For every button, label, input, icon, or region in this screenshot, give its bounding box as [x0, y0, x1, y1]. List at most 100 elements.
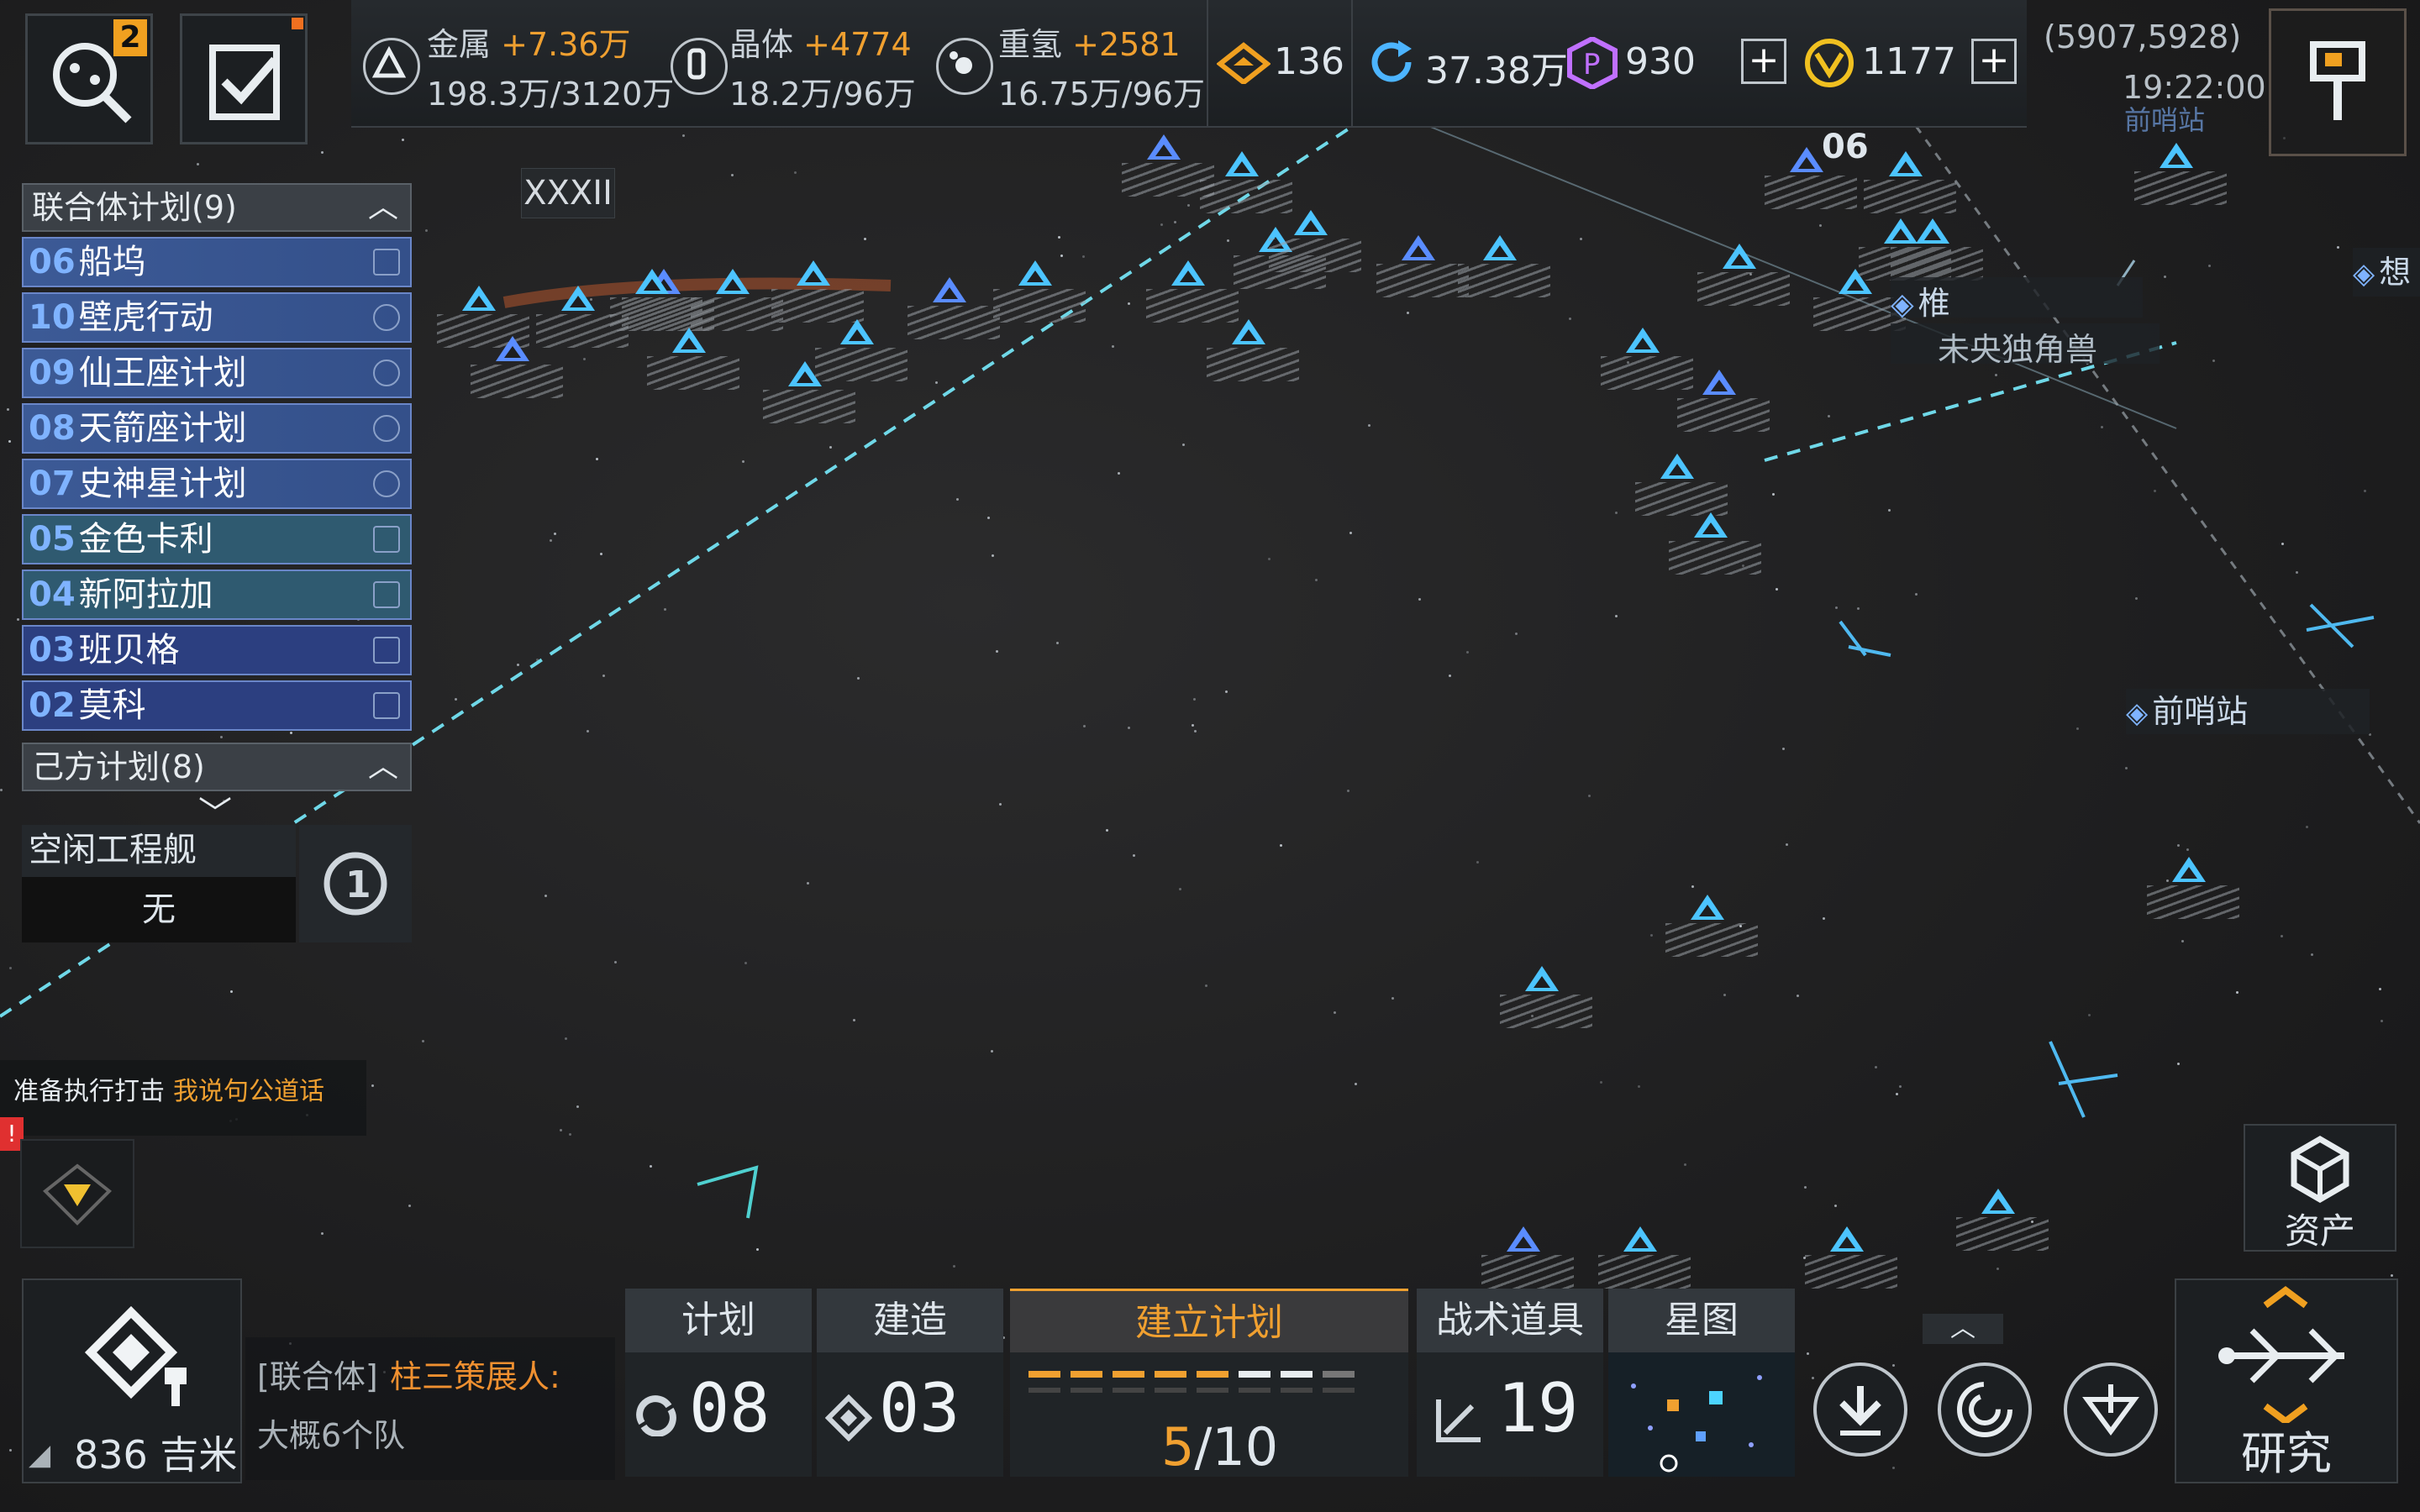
fleet-marker-icon[interactable] — [635, 269, 669, 294]
location-button[interactable]: 836 吉米 ◢ — [22, 1278, 242, 1483]
fleet-marker-icon[interactable] — [672, 328, 706, 353]
radar-spiral-icon — [1957, 1382, 2012, 1437]
fleet-ships — [1481, 1255, 1574, 1289]
expand-up-button[interactable]: ︿ — [1923, 1314, 2003, 1344]
fleet-marker-icon[interactable] — [1702, 370, 1736, 395]
fleet-marker-icon[interactable] — [1694, 512, 1728, 538]
resource-metal[interactable]: 金属 +7.36万 198.3万/3120万 — [427, 18, 674, 114]
progress-segment — [1155, 1371, 1186, 1378]
fleet-marker-icon[interactable] — [1691, 895, 1724, 920]
engineer-ship-button[interactable]: 1 — [299, 825, 412, 942]
plan-item[interactable]: 03 班贝格 — [22, 625, 412, 675]
fleet-ships — [2134, 171, 2227, 205]
tactics-count-panel[interactable]: 19 — [1417, 1352, 1603, 1477]
build-count-panel[interactable]: 03 — [817, 1352, 1003, 1477]
assets-button[interactable]: 资产 — [2244, 1124, 2396, 1252]
union-plans-header[interactable]: 联合体计划(9) ︿ — [22, 183, 412, 232]
tab-plan[interactable]: 计划 — [625, 1289, 812, 1352]
research-button[interactable]: 研究 — [2175, 1278, 2398, 1483]
fleet-marker-icon[interactable] — [561, 286, 595, 311]
plan-item[interactable]: 10 壁虎行动 — [22, 292, 412, 343]
plan-item[interactable]: 08 天箭座计划 — [22, 403, 412, 454]
fleet-marker-icon[interactable] — [1225, 151, 1259, 176]
tab-build[interactable]: 建造 — [817, 1289, 1003, 1352]
plan-icon — [636, 1395, 676, 1436]
fleet-marker-icon[interactable] — [933, 277, 966, 302]
coordinates[interactable]: (5907,5928) — [2044, 18, 2241, 55]
fleet-marker-icon[interactable] — [496, 336, 529, 361]
add-currency-3-button[interactable]: + — [1741, 39, 1786, 84]
plan-item[interactable]: 02 莫科 — [22, 680, 412, 731]
search-button[interactable]: 2 — [25, 13, 153, 144]
plan-item[interactable]: 06 船坞 — [22, 237, 412, 287]
fleet-marker-icon[interactable] — [797, 260, 830, 286]
edge-diamond-icon: ◈ — [2353, 257, 2375, 291]
scan-button[interactable] — [1938, 1362, 2032, 1457]
own-plans-header[interactable]: 己方计划(8) ︿ — [22, 743, 412, 791]
fleet-marker-icon[interactable] — [1626, 328, 1660, 353]
fleet-marker-icon[interactable] — [462, 286, 496, 311]
fleet-marker-icon[interactable] — [1830, 1226, 1864, 1252]
tasks-button[interactable] — [180, 13, 308, 144]
fleet-marker-icon[interactable] — [1507, 1226, 1540, 1252]
progress-segment-dim — [1239, 1388, 1270, 1393]
resource-crystal[interactable]: 晶体 +4774 18.2万/96万 — [729, 18, 916, 114]
fleet-marker-icon[interactable] — [788, 361, 822, 386]
progress-segment — [1028, 1371, 1060, 1378]
defense-button[interactable] — [20, 1139, 134, 1248]
fleet-marker-icon[interactable] — [840, 319, 874, 344]
fleet-ships — [1677, 398, 1770, 432]
fleet-marker-icon[interactable] — [1402, 235, 1435, 260]
minimap[interactable] — [1608, 1352, 1795, 1477]
resource-bar: 金属 +7.36万 198.3万/3120万 晶体 +4774 18.2万/96… — [351, 0, 2027, 128]
chat-panel[interactable]: [联合体] 柱三策展人: 大概6个队 — [245, 1337, 615, 1480]
add-currency-4-button[interactable]: + — [1971, 39, 2017, 84]
plan-progress-panel[interactable]: 5/10 — [1010, 1352, 1408, 1478]
base-label-1[interactable]: ◈ 椎 — [1891, 277, 2143, 322]
tab-tactics[interactable]: 战术道具 — [1417, 1289, 1603, 1352]
fleet-marker-icon[interactable] — [1916, 218, 1949, 244]
svg-text:1: 1 — [345, 864, 371, 906]
deploy-button[interactable] — [2064, 1362, 2158, 1457]
fleet-marker-icon[interactable] — [1483, 235, 1517, 260]
fleet-marker-icon[interactable] — [1171, 260, 1205, 286]
crystal-icon — [671, 38, 728, 95]
fleet-marker-icon[interactable] — [1232, 319, 1265, 344]
attack-alert[interactable]: 准备执行打击 我说句公道话 — [0, 1060, 366, 1136]
fleet-marker-icon[interactable] — [1981, 1189, 2015, 1214]
tab-create-plan[interactable]: 建立计划 — [1010, 1289, 1408, 1352]
map-marker-button[interactable] — [2269, 8, 2407, 156]
plan-item[interactable]: 04 新阿拉加 — [22, 570, 412, 620]
fleet-marker-icon[interactable] — [1884, 218, 1918, 244]
fleet-marker-icon[interactable] — [1623, 1226, 1657, 1252]
edge-label[interactable]: ◈ 想 — [2353, 248, 2420, 297]
plan-item[interactable]: 07 史神星计划 — [22, 459, 412, 509]
plan-number: 04 — [29, 575, 76, 614]
progress-segment-dim — [1155, 1388, 1186, 1393]
fleet-ships — [1864, 180, 1956, 213]
fleet-marker-icon[interactable] — [1147, 134, 1181, 160]
fleet-marker-icon[interactable] — [2160, 143, 2193, 168]
fleet-marker-icon[interactable] — [1723, 244, 1756, 269]
tab-starmap[interactable]: 星图 — [1608, 1289, 1795, 1352]
refresh-icon — [1371, 40, 1412, 82]
fleet-marker-icon[interactable] — [1660, 454, 1694, 479]
plan-item[interactable]: 09 仙王座计划 — [22, 348, 412, 398]
fleet-marker-icon[interactable] — [1294, 210, 1328, 235]
fleet-marker-icon[interactable] — [1889, 151, 1923, 176]
plan-label: 史神星计划 — [78, 465, 247, 503]
plan-item[interactable]: 05 金色卡利 — [22, 514, 412, 564]
base-label-2[interactable]: 未央独角兽 — [1891, 323, 2160, 368]
outpost-label[interactable]: ◈ 前哨站 — [2126, 689, 2370, 734]
fleet-marker-icon[interactable] — [1525, 966, 1559, 991]
fleet-ships — [1500, 995, 1592, 1028]
gear-1-icon: 1 — [324, 852, 387, 916]
plan-count-panel[interactable]: 08 — [625, 1352, 812, 1477]
fleet-marker-icon[interactable] — [716, 269, 750, 294]
fleet-marker-icon[interactable] — [1018, 260, 1052, 286]
download-button[interactable] — [1813, 1362, 1907, 1457]
resource-deuterium[interactable]: 重氢 +2581 16.75万/96万 — [998, 18, 1205, 114]
fleet-marker-icon[interactable] — [2172, 857, 2206, 882]
fleet-marker-icon[interactable] — [1790, 147, 1823, 172]
pin-marker-icon — [2310, 41, 2365, 120]
